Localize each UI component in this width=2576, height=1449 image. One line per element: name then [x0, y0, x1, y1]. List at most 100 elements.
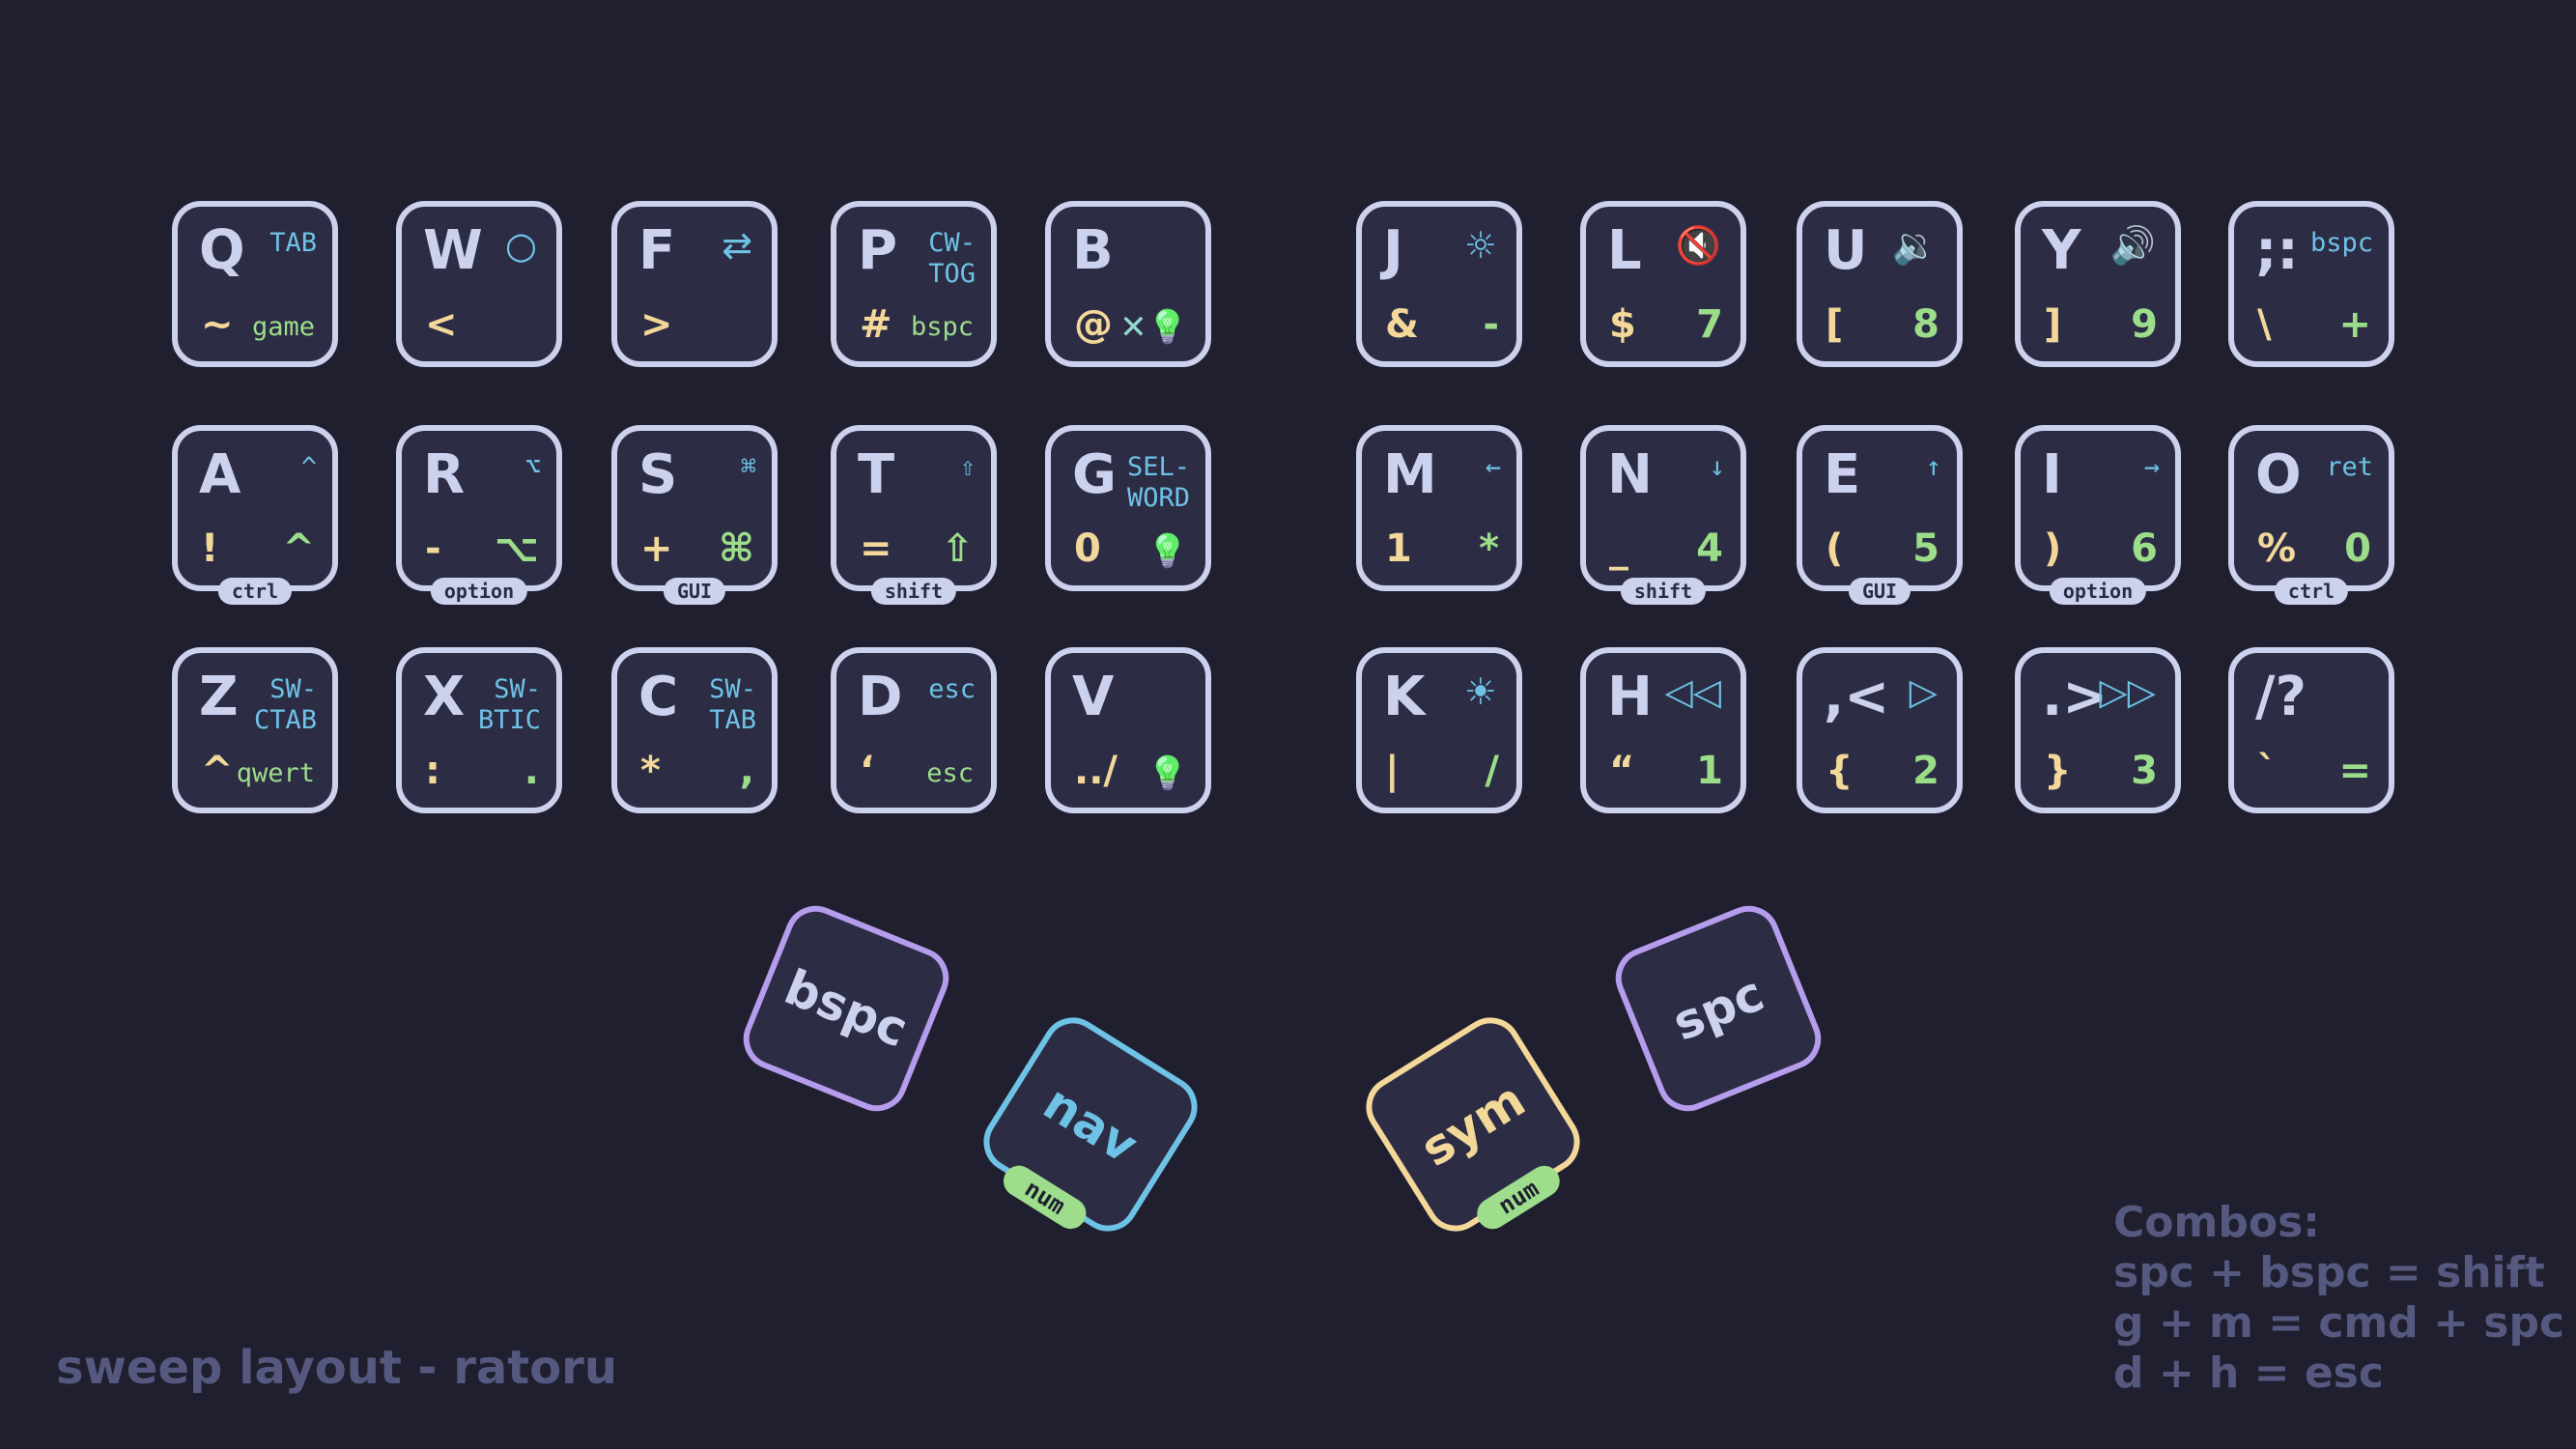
key-left-w[interactable]: W ○ <: [396, 201, 562, 367]
combo-line: d + h = esc: [2113, 1349, 2384, 1398]
key-right-y[interactable]: Y 🔊] 9: [2015, 201, 2181, 367]
thumb-key-nav[interactable]: nav num: [972, 1006, 1209, 1243]
key-right-u[interactable]: U 🔉 [8: [1797, 201, 1963, 367]
repeat-icon: ⇄: [722, 224, 752, 267]
thumb-key-sym[interactable]: sym num: [1354, 1006, 1592, 1243]
thumb-key-label: bspc: [777, 958, 916, 1059]
key-left-g[interactable]: G SEL- WORD 0 💡: [1045, 425, 1211, 591]
key-base-label: Z: [199, 666, 239, 728]
key-num-label: esc: [926, 758, 974, 788]
key-base-label: ,<: [1824, 666, 1890, 728]
key-left-t[interactable]: T ⇧ = ⇧ shift: [831, 425, 997, 605]
key-left-p[interactable]: P CW- TOG # bspc: [831, 201, 997, 367]
key-sym-label: ../: [1074, 749, 1118, 793]
key-left-v[interactable]: V ../ 💡: [1045, 647, 1211, 813]
combos-heading: Combos:: [2113, 1198, 2320, 1247]
key-nav-label: SEL- WORD: [1126, 452, 1190, 514]
key-right-i[interactable]: I →) 6 option: [2015, 425, 2181, 605]
key-sym-label: #: [860, 302, 892, 347]
key-num-label: 8: [1912, 302, 1939, 347]
thumb-hold-badge: num: [997, 1159, 1092, 1236]
thumb-key-spc[interactable]: spc: [1606, 896, 1830, 1121]
key-right-l[interactable]: L 🔇 $7: [1580, 201, 1746, 367]
key-base-label: F: [638, 219, 676, 282]
key-left-b[interactable]: B @ ✕💡: [1045, 201, 1211, 367]
key-base-label: I: [2042, 443, 2062, 506]
key-num-label: 6: [2131, 526, 2158, 571]
key-left-a[interactable]: A ^! ^ ctrl: [172, 425, 338, 605]
key-nav-label: ^: [300, 452, 317, 482]
key-nav-label: bspc: [2309, 228, 2373, 258]
key-base-label: ;:: [2255, 219, 2299, 282]
key-base-label: /?: [2255, 666, 2307, 728]
key-left-c[interactable]: C SW- TAB *,: [611, 647, 778, 813]
key-sym-label: ]: [2044, 302, 2062, 347]
key-nav-label: SW- TAB: [709, 674, 756, 736]
key-sym-label: (: [1826, 526, 1844, 571]
key-num-label: ^: [282, 526, 315, 571]
key-num-label: ,: [739, 749, 754, 793]
combo-line: g + m = cmd + spc: [2113, 1298, 2565, 1348]
hold-modifier-badge: GUI: [1848, 578, 1911, 605]
key-sym-label: \: [2257, 302, 2272, 347]
key-base-label: Y: [2042, 219, 2081, 282]
key-left-r[interactable]: R ⌥ - ⌥ option: [396, 425, 562, 605]
key-base-label: P: [858, 219, 898, 282]
thumb-key-label: spc: [1664, 965, 1771, 1052]
key-base-label: R: [423, 443, 466, 506]
key-left-z[interactable]: Z SW- CTAB ^ qwert: [172, 647, 338, 813]
key-left-s[interactable]: S ⌘ + ⌘ GUI: [611, 425, 778, 605]
key-sym-label: >: [640, 302, 673, 347]
previous-track-icon: ◁◁: [1664, 670, 1721, 713]
key-base-label: L: [1607, 219, 1642, 282]
key-base-label: H: [1607, 666, 1653, 728]
key-right-e[interactable]: E ↑ (5 GUI: [1797, 425, 1963, 605]
key-sym-label: ~: [201, 302, 234, 347]
key-right-o[interactable]: Oret% 0 ctrl: [2228, 425, 2394, 605]
key-nav-label: SW- CTAB: [253, 674, 317, 736]
key-num-label: qwert: [236, 758, 315, 788]
key-right-symsym[interactable]: .> ▷▷} 3: [2015, 647, 2181, 813]
thumb-hold-badge: num: [1471, 1159, 1567, 1236]
key-sym-label: ‘: [860, 749, 875, 793]
key-right-symsym[interactable]: /? ` =: [2228, 647, 2394, 813]
key-right-symsym[interactable]: ;: bspc \ +: [2228, 201, 2394, 367]
key-nav-label: ↓: [1709, 452, 1725, 482]
key-nav-label: ret: [2326, 452, 2373, 482]
key-base-label: T: [858, 443, 895, 506]
key-right-k[interactable]: K ☀ | /: [1356, 647, 1522, 813]
key-base-label: X: [423, 666, 466, 728]
key-sym-label: @: [1074, 302, 1113, 347]
volume-up-icon: 🔊: [2109, 224, 2156, 267]
key-left-q[interactable]: Q TAB ~ game: [172, 201, 338, 367]
next-track-icon: ▷▷: [2099, 670, 2156, 713]
key-base-label: Q: [199, 219, 245, 282]
key-right-m[interactable]: M ← 1 *: [1356, 425, 1522, 591]
key-left-x[interactable]: X SW- BTIC:.: [396, 647, 562, 813]
light-off-icon: ✕💡: [1119, 308, 1188, 347]
key-left-f[interactable]: F ⇄ >: [611, 201, 778, 367]
key-left-d[interactable]: Desc ‘ esc: [831, 647, 997, 813]
key-nav-label: →: [2143, 452, 2160, 482]
key-num-label: 2: [1912, 749, 1939, 793]
key-num-label: 7: [1696, 302, 1723, 347]
key-sym-label: `: [2257, 749, 2277, 793]
key-sym-label: *: [640, 749, 661, 793]
key-base-label: S: [638, 443, 678, 506]
key-nav-label: TAB: [269, 228, 317, 258]
key-base-label: W: [423, 219, 483, 282]
key-right-h[interactable]: H ◁◁ “ 1: [1580, 647, 1746, 813]
thumb-key-bspc[interactable]: bspc: [734, 896, 958, 1121]
key-right-symsym[interactable]: ,< ▷ {2: [1797, 647, 1963, 813]
key-sym-label: |: [1385, 749, 1400, 793]
key-nav-label: ←: [1485, 452, 1501, 482]
key-right-n[interactable]: N ↓ _ 4 shift: [1580, 425, 1746, 605]
key-num-label: -: [1483, 302, 1499, 347]
key-right-j[interactable]: J ☼ & -: [1356, 201, 1522, 367]
hold-modifier-badge: GUI: [663, 578, 726, 605]
key-base-label: B: [1072, 219, 1114, 282]
combos-panel: Combos: spc + bspc = shift g + m = cmd +…: [2113, 1198, 2564, 1399]
key-sym-label: :: [425, 749, 440, 793]
circle-icon: ○: [504, 224, 537, 267]
key-sym-label: $: [1609, 302, 1636, 347]
